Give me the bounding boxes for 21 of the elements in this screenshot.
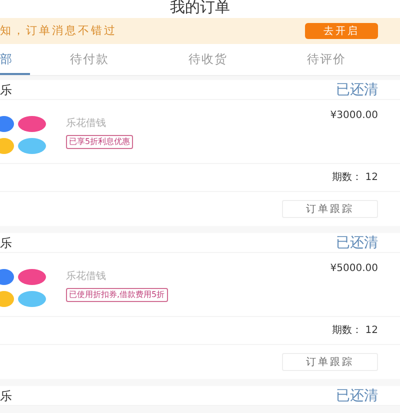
- discount-tag: 已使用折扣券,借款费用5折: [66, 288, 168, 302]
- product-name: 乐花借钱: [66, 116, 107, 131]
- store-name: 乐: [0, 236, 12, 250]
- order-price: ¥5000.00: [330, 262, 378, 276]
- installment-count: 期数： 12: [332, 170, 378, 185]
- order-price: ¥3000.00: [330, 109, 378, 123]
- order-status: 已还清: [336, 388, 378, 402]
- product-name: 乐花借钱: [66, 270, 107, 284]
- banner-text: 知，订单消息不错过: [0, 22, 117, 39]
- order-tab[interactable]: 待评价: [267, 44, 386, 75]
- store-name: 乐: [0, 388, 12, 402]
- order-status: 已还清: [336, 236, 378, 250]
- installment-count: 期数： 12: [332, 324, 378, 338]
- enable-button[interactable]: 去开启: [305, 23, 378, 39]
- order-tab[interactable]: 待收货: [148, 44, 268, 75]
- order-status: 已还清: [336, 82, 378, 96]
- order-tracking-button[interactable]: 订单跟踪: [282, 353, 378, 371]
- discount-tag: 已享5折利息优惠: [66, 135, 134, 149]
- order-tracking-button[interactable]: 订单跟踪: [282, 200, 378, 218]
- store-name: 乐: [0, 82, 12, 96]
- order-tab[interactable]: 待付款: [30, 44, 149, 75]
